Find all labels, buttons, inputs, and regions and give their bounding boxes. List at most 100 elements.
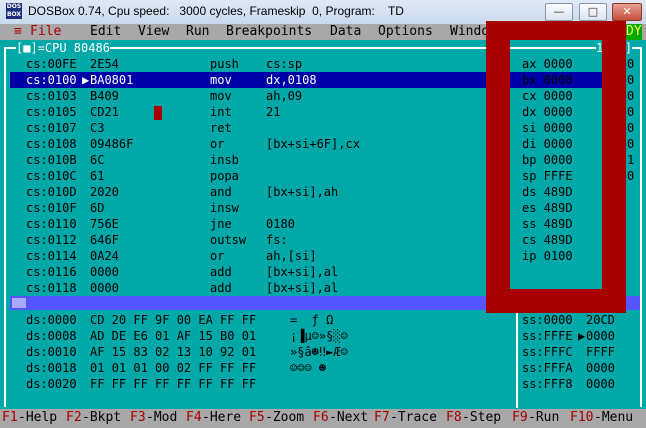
instruction-bytes: C3 (90, 121, 105, 135)
current-ip-arrow: ▶ (82, 73, 90, 87)
fkey-f5[interactable]: F5 (249, 410, 265, 426)
stack-top-arrow: ▶ (578, 329, 586, 343)
instruction-mnemonic: jne (210, 217, 232, 231)
instruction-address[interactable]: cs:0108 (26, 136, 77, 152)
fkey-f8[interactable]: F8 (446, 410, 462, 426)
flag-value[interactable]: 0 (627, 120, 634, 136)
flag-value[interactable]: 0 (627, 168, 634, 184)
fkey-f3[interactable]: F3 (130, 410, 146, 426)
stack-value[interactable]: 0000 (586, 360, 615, 376)
stack-value[interactable]: 0000 (586, 328, 615, 344)
dump-address: ds:0010 (26, 345, 77, 359)
fkey-f4[interactable]: F4 (186, 410, 202, 426)
menu-edit[interactable]: Edit (90, 24, 121, 40)
dosbox-app-icon: DOS BOX (6, 3, 22, 19)
fkey-label: -Run (528, 410, 560, 425)
instruction-bytes: 61 (90, 169, 105, 183)
menu-run[interactable]: Run (186, 24, 209, 40)
instruction-operands: [bx+si],al (266, 281, 339, 295)
red-highlight-box (486, 21, 626, 313)
instruction-bytes: CD21 (90, 105, 119, 119)
fkey-f1[interactable]: F1 (2, 410, 18, 426)
menu-breakpoints[interactable]: Breakpoints (226, 24, 312, 40)
cpu-frame-left (4, 47, 6, 407)
instruction-address[interactable]: cs:010F (26, 200, 77, 216)
fkey-label: -Zoom (265, 410, 305, 425)
dump-ascii: »§â☻‼►Æ☺ (290, 345, 348, 359)
fkey-f2[interactable]: F2 (66, 410, 82, 426)
instruction-mnemonic: push (210, 57, 239, 71)
fkey-f10[interactable]: F10 (570, 410, 593, 426)
flag-value[interactable]: 0 (627, 72, 634, 88)
instruction-bytes: BA0801 (90, 73, 134, 87)
close-button[interactable]: ✕ (612, 3, 642, 21)
stack-value[interactable]: 0000 (586, 376, 615, 392)
flag-value[interactable]: 0 (627, 136, 634, 152)
menu-file-label: File (30, 24, 62, 39)
menu-window[interactable]: Windo (450, 24, 489, 40)
fkey-f9[interactable]: F9 (512, 410, 528, 426)
instruction-mnemonic: insw (210, 201, 239, 215)
instruction-bytes: 2020 (90, 185, 119, 199)
instruction-address[interactable]: cs:0114 (26, 248, 77, 264)
dump-address: ds:0000 (26, 313, 77, 327)
instruction-mnemonic: and (210, 185, 232, 199)
stack-address: ss:FFFA (522, 361, 573, 375)
function-key-bar: F1 -Help F2 -Bkpt F3 -Mod F4 -Here F5 -Zoom F6 -Nex… (0, 409, 646, 428)
menu-view[interactable]: View (138, 24, 169, 40)
instruction-address[interactable]: cs:0110 (26, 216, 77, 232)
instruction-mnemonic: add (210, 265, 232, 279)
dump-address: ds:0020 (26, 377, 77, 391)
instruction-operands: [bx+si],al (266, 265, 339, 279)
dump-bytes[interactable]: FF FF FF FF FF FF FF FF (90, 376, 256, 392)
instruction-mnemonic: popa (210, 169, 239, 183)
dump-bytes[interactable]: AF 15 83 02 13 10 92 01 (90, 344, 256, 360)
instruction-address[interactable]: cs:010B (26, 152, 77, 168)
instruction-address[interactable]: cs:010C (26, 168, 77, 184)
maximize-button[interactable]: □ (579, 3, 607, 21)
cpu-frame-right (640, 47, 642, 407)
instruction-mnemonic: outsw (210, 233, 247, 247)
stack-address: ss:FFFC (522, 345, 573, 359)
instruction-operands: [bx+si+6F],cx (266, 137, 360, 151)
flag-value[interactable]: 1 (627, 152, 634, 168)
instruction-address[interactable]: cs:0116 (26, 264, 77, 280)
fkey-label: -Help (18, 410, 58, 425)
fkey-f6[interactable]: F6 (313, 410, 329, 426)
dump-bytes[interactable]: AD DE E6 01 AF 15 B0 01 (90, 328, 256, 344)
instruction-address[interactable]: cs:00FE (26, 56, 77, 72)
system-menu-icon[interactable]: ≡ (14, 24, 22, 40)
menu-data[interactable]: Data (330, 24, 361, 40)
fkey-label: -Bkpt (82, 410, 122, 425)
instruction-address[interactable]: cs:0107 (26, 120, 77, 136)
minimize-button[interactable]: — (545, 3, 573, 21)
instruction-bytes: 6D (90, 201, 105, 215)
cpu-window-title[interactable]: [■]=CPU 80486 (16, 40, 110, 56)
instruction-address[interactable]: cs:0103 (26, 88, 77, 104)
instruction-bytes: 646F (90, 233, 119, 247)
flag-value[interactable]: 0 (627, 56, 634, 72)
instruction-address[interactable]: cs:0112 (26, 232, 77, 248)
ready-indicator: DY (626, 24, 642, 40)
instruction-mnemonic: int (210, 105, 232, 119)
instruction-address[interactable]: cs:0105 (26, 104, 77, 120)
menu-file[interactable]: File (30, 24, 61, 40)
instruction-operands: fs: (266, 233, 288, 247)
flag-value[interactable]: 0 (627, 104, 634, 120)
fkey-label: -Menu (594, 410, 634, 425)
instruction-address[interactable]: cs:0100 (26, 72, 77, 88)
instruction-address[interactable]: cs:010D (26, 184, 77, 200)
stack-value[interactable]: FFFF (586, 344, 615, 360)
instruction-address[interactable]: cs:0118 (26, 280, 77, 296)
menu-options[interactable]: Options (378, 24, 433, 40)
instruction-operands: [bx+si],ah (266, 185, 339, 199)
instruction-mnemonic: mov (210, 89, 232, 103)
flag-value[interactable]: 0 (627, 88, 634, 104)
stack-address: ss:0000 (522, 313, 573, 327)
instruction-bytes: 0000 (90, 281, 119, 295)
stack-value[interactable]: 20CD (586, 312, 615, 328)
breakpoint-marker[interactable] (154, 106, 162, 120)
dump-bytes[interactable]: CD 20 FF 9F 00 EA FF FF (90, 312, 256, 328)
dump-bytes[interactable]: 01 01 01 00 02 FF FF FF (90, 360, 256, 376)
fkey-f7[interactable]: F7 (374, 410, 390, 426)
